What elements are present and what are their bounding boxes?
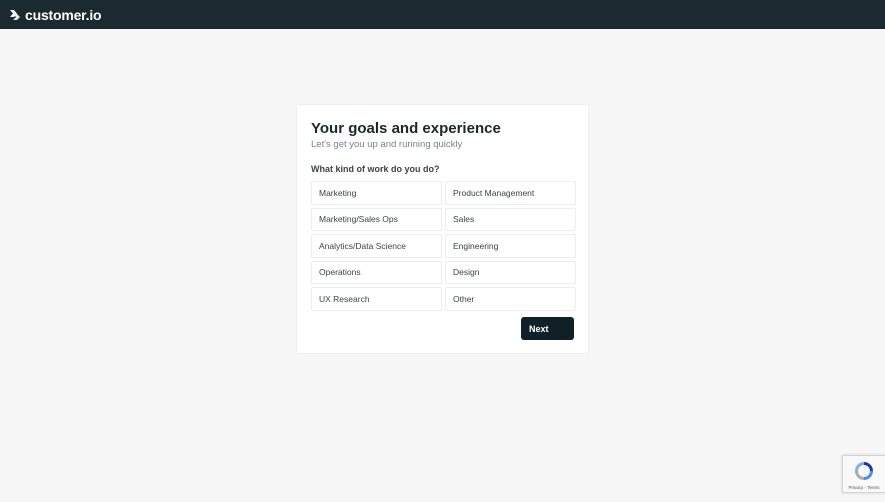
option-engineering[interactable]: Engineering — [445, 234, 576, 258]
work-type-options: Marketing Product Management Marketing/S… — [311, 181, 576, 311]
option-label: Analytics/Data Science — [319, 240, 406, 251]
option-label: Sales — [453, 214, 475, 225]
onboarding-card: Your goals and experience Let's get you … — [296, 104, 589, 354]
option-operations[interactable]: Operations — [311, 260, 442, 284]
option-marketing-sales-ops[interactable]: Marketing/Sales Ops — [311, 207, 442, 231]
privacy-link[interactable]: Privacy — [849, 485, 864, 490]
recaptcha-links: Privacy - Terms — [849, 485, 880, 490]
page-subtitle: Let's get you up and running quickly — [311, 139, 463, 150]
option-label: Product Management — [453, 187, 535, 198]
terms-link[interactable]: Terms — [867, 485, 879, 490]
option-label: UX Research — [319, 293, 370, 304]
brand-name: customer.io — [25, 6, 102, 23]
option-ux-research[interactable]: UX Research — [311, 287, 442, 311]
customerio-logo-icon — [10, 9, 20, 20]
option-analytics-data-science[interactable]: Analytics/Data Science — [311, 234, 442, 258]
option-label: Design — [453, 267, 480, 278]
option-product-management[interactable]: Product Management — [445, 181, 576, 205]
option-sales[interactable]: Sales — [445, 207, 576, 231]
option-design[interactable]: Design — [445, 260, 576, 284]
brand-logo[interactable]: customer.io — [9, 6, 102, 23]
top-navigation-bar: customer.io — [0, 0, 885, 29]
option-marketing[interactable]: Marketing — [311, 181, 442, 205]
page-title: Your goals and experience — [311, 120, 501, 137]
option-label: Other — [453, 293, 475, 304]
next-button[interactable]: Next — [521, 317, 574, 340]
work-type-question: What kind of work do you do? — [311, 164, 440, 174]
recaptcha-icon — [855, 462, 873, 480]
recaptcha-badge[interactable]: Privacy - Terms — [842, 455, 885, 493]
option-other[interactable]: Other — [445, 287, 576, 311]
option-label: Engineering — [453, 240, 499, 251]
option-label: Marketing/Sales Ops — [319, 214, 398, 225]
option-label: Operations — [319, 267, 361, 278]
option-label: Marketing — [319, 187, 357, 198]
